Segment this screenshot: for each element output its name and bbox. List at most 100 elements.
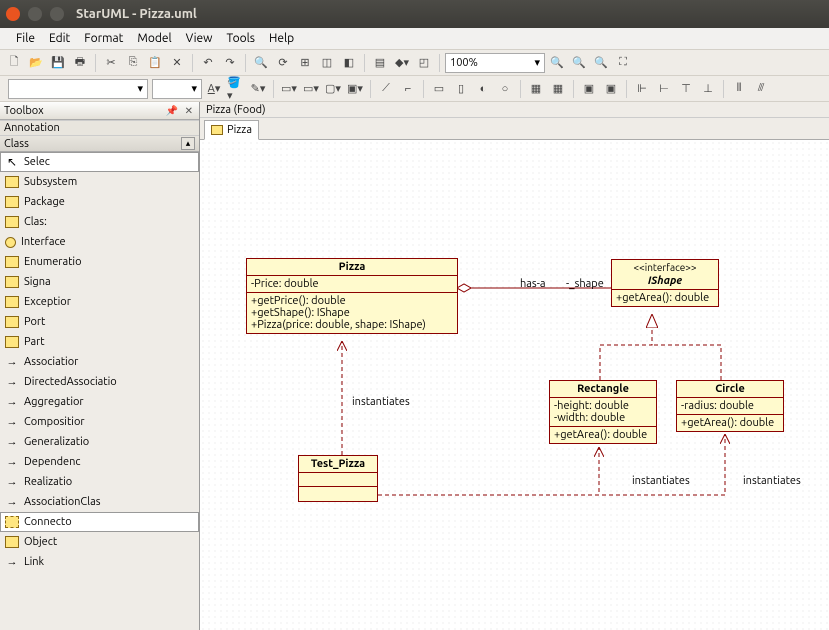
al1-icon[interactable]: ⊩ [632,79,652,99]
stereo1-icon[interactable]: ▭ [429,79,449,99]
tool-item-realizatio[interactable]: Realizatio [0,472,199,492]
class-pizza[interactable]: Pizza -Price: double +getPrice(): double… [246,258,458,334]
class-testpizza[interactable]: Test_Pizza [298,455,378,502]
zoomout-icon[interactable]: 🔍 [569,53,589,73]
tool-item-compositior[interactable]: Compositior [0,412,199,432]
zoomfit-icon[interactable]: 🔍 [591,53,611,73]
tool-item-label: Clas: [24,216,47,228]
class-rectangle[interactable]: Rectangle -height: double -width: double… [549,380,657,444]
tool-item-part[interactable]: Part [0,332,199,352]
tool-item-subsystem[interactable]: Subsystem [0,172,199,192]
line2-icon[interactable]: ⌐ [398,79,418,99]
box-icon [5,276,19,288]
line1-icon[interactable]: ⟋ [376,79,396,99]
copy-icon[interactable]: ⎘ [123,53,143,73]
font-combo[interactable]: ▾ [8,79,148,99]
tool-item-port[interactable]: Port [0,312,199,332]
view2-icon[interactable]: ▦ [548,79,568,99]
stereo3-icon[interactable]: ◐ [473,79,493,99]
annotation-header[interactable]: Annotation [0,120,199,136]
scroll-up-icon[interactable]: ▴ [181,137,195,150]
stereo2-icon[interactable]: ▯ [451,79,471,99]
cut-icon[interactable]: ✂ [101,53,121,73]
tool3-icon[interactable]: ▤ [370,53,390,73]
tool-item-enumeratio[interactable]: Enumeratio [0,252,199,272]
refresh-icon[interactable]: ⟳ [273,53,293,73]
close-panel-icon[interactable]: ✕ [185,105,195,116]
maximize-icon[interactable] [50,7,64,21]
arrow-icon [5,396,19,408]
tool4-icon[interactable]: ◆▾ [392,53,412,73]
align3-icon[interactable]: ▢▾ [323,79,343,99]
tab-pizza[interactable]: Pizza [204,120,259,140]
dist1-icon[interactable]: ⫴ [729,79,749,99]
tool-item-interface[interactable]: Interface [0,232,199,252]
tool-item-connecto[interactable]: Connecto [0,512,199,532]
print-icon[interactable]: 🖶 [70,53,90,73]
stereo4-icon[interactable]: ○ [495,79,515,99]
dist2-icon[interactable]: ⫻ [751,79,771,99]
menu-edit[interactable]: Edit [43,30,76,47]
pin-icon[interactable]: 📌 [166,105,180,116]
menu-format[interactable]: Format [78,30,129,47]
linecolor-icon[interactable]: ✎▾ [248,79,268,99]
minimize-icon[interactable] [28,7,42,21]
order2-icon[interactable]: ▣ [601,79,621,99]
align2-icon[interactable]: ▭▾ [301,79,321,99]
menu-view[interactable]: View [180,30,219,47]
tool-item-selec[interactable]: Selec [0,152,199,172]
zoomin-icon[interactable]: 🔍 [547,53,567,73]
tool-item-directedassociatio[interactable]: DirectedAssociatio [0,372,199,392]
class-label: Class [4,138,29,150]
align1-icon[interactable]: ▭▾ [279,79,299,99]
box-icon [5,296,19,308]
menu-help[interactable]: Help [263,30,300,47]
tool-item-signa[interactable]: Signa [0,272,199,292]
al2-icon[interactable]: ⊢ [654,79,674,99]
tool-item-associatior[interactable]: Associatior [0,352,199,372]
close-icon[interactable] [6,7,20,21]
tool-item-exceptior[interactable]: Exceptior [0,292,199,312]
tool-item-associationclas[interactable]: AssociationClas [0,492,199,512]
redo-icon[interactable]: ↷ [220,53,240,73]
class-circle[interactable]: Circle -radius: double +getArea(): doubl… [676,380,784,432]
class-header[interactable]: Class ▴ [0,136,199,152]
tool5-icon[interactable]: ◰ [414,53,434,73]
find-icon[interactable]: 🔍 [251,53,271,73]
class-ishape[interactable]: <<interface>> IShape +getArea(): double [611,259,719,307]
menu-model[interactable]: Model [131,30,177,47]
undo-icon[interactable]: ↶ [198,53,218,73]
tool-item-object[interactable]: Object [0,532,199,552]
fontcolor-icon[interactable]: A▾ [204,79,224,99]
fontsize-combo[interactable]: ▾ [152,79,202,99]
tool1-icon[interactable]: ◫ [317,53,337,73]
view1-icon[interactable]: ▦ [526,79,546,99]
paste-icon[interactable]: 📋 [145,53,165,73]
expand-icon[interactable]: ⛶ [613,53,633,73]
fillcolor-icon[interactable]: 🪣▾ [226,79,246,99]
order1-icon[interactable]: ▣ [579,79,599,99]
tool-item-generalizatio[interactable]: Generalizatio [0,432,199,452]
tool-item-label: Generalizatio [24,436,89,448]
save-icon[interactable]: 💾 [48,53,68,73]
box-icon [5,336,19,348]
canvas[interactable]: Pizza -Price: double +getPrice(): double… [200,140,829,630]
zoom-combo[interactable]: 100%▾ [445,53,545,73]
tool-item-link[interactable]: Link [0,552,199,572]
align4-icon[interactable]: ▣▾ [345,79,365,99]
al3-icon[interactable]: ⊤ [676,79,696,99]
tool-item-label: Port [24,316,45,328]
menu-tools[interactable]: Tools [221,30,262,47]
tool-item-aggregatior[interactable]: Aggregatior [0,392,199,412]
new-icon[interactable]: 🗋 [4,53,24,73]
toolbox-panel: Toolbox 📌 ✕ Annotation Class ▴ SelecSubs… [0,102,200,630]
al4-icon[interactable]: ⊥ [698,79,718,99]
tool-item-dependenc[interactable]: Dependenc [0,452,199,472]
open-icon[interactable]: 📂 [26,53,46,73]
grid-icon[interactable]: ⊞ [295,53,315,73]
delete-icon[interactable]: ✕ [167,53,187,73]
menu-file[interactable]: File [10,30,41,47]
tool2-icon[interactable]: ◧ [339,53,359,73]
tool-item-package[interactable]: Package [0,192,199,212]
tool-item-clas[interactable]: Clas: [0,212,199,232]
